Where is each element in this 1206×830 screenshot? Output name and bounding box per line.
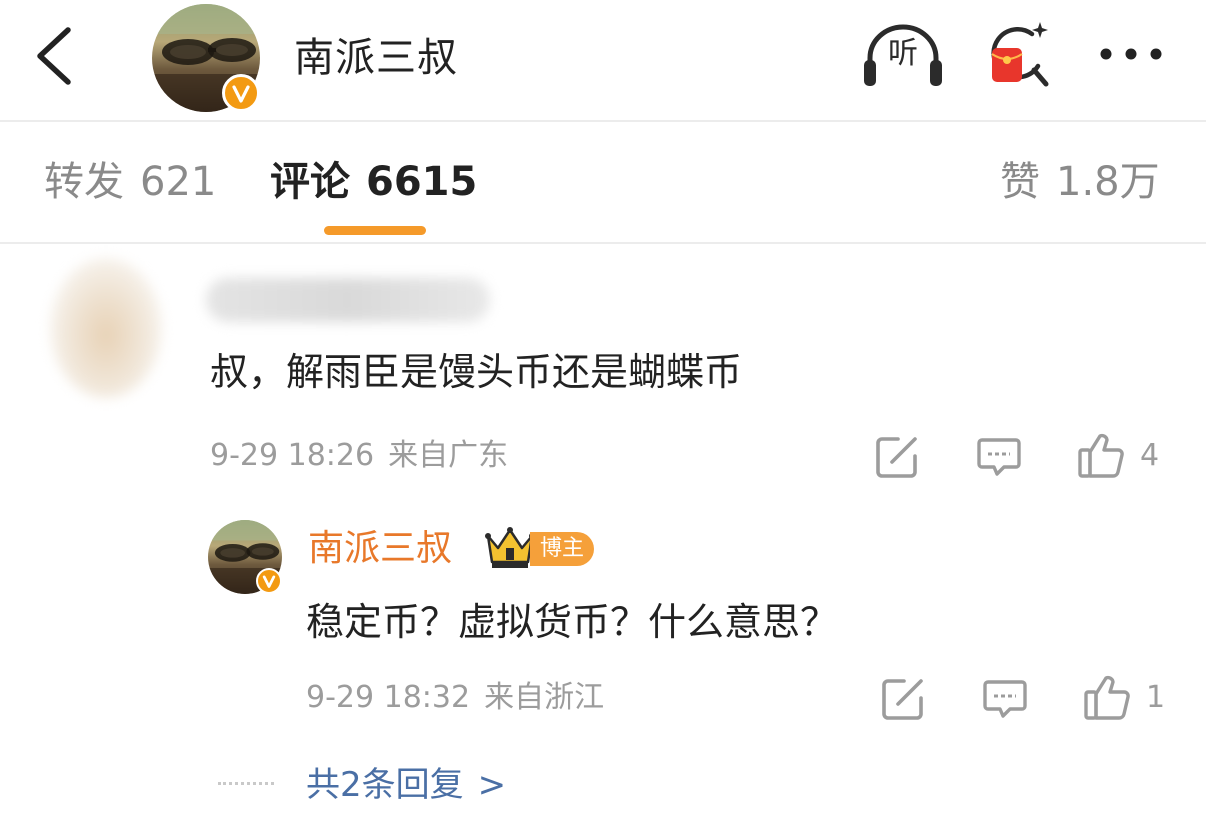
commenter-name-blurred[interactable]: [206, 278, 490, 322]
red-packet-search-icon: [991, 22, 1049, 87]
comment-bubble-icon: [977, 438, 1021, 476]
repost-edit-icon: [882, 679, 923, 720]
comment-reply-button[interactable]: [976, 434, 1022, 480]
reply-verified-badge: [256, 568, 282, 594]
reply-author-name[interactable]: 南派三叔: [308, 524, 452, 574]
commenter-avatar-blurred[interactable]: [50, 258, 162, 398]
author-badge: 博主: [530, 532, 595, 566]
reply-repost-button[interactable]: [880, 676, 926, 722]
page-title[interactable]: 南派三叔: [294, 30, 458, 86]
chevron-left-icon: [37, 27, 71, 85]
tab-like[interactable]: 赞 1.8万: [1000, 154, 1160, 210]
comment-like-button[interactable]: [1076, 430, 1126, 480]
comment-time: 9-29 18:26: [210, 438, 375, 473]
verified-v-icon: [262, 575, 276, 588]
tab-forward-label: 转发: [44, 159, 124, 205]
verified-badge: [222, 74, 260, 112]
reply-thread-dots: [218, 782, 274, 785]
more-button[interactable]: [1096, 36, 1166, 72]
comment-meta: 9-29 18:26 来自广东: [210, 436, 508, 476]
verified-v-icon: [232, 85, 250, 103]
crown-icon: [485, 527, 535, 568]
blogger-avatar[interactable]: [152, 4, 260, 112]
reply-text: 稳定币？虚拟货币？什么意思？: [306, 600, 839, 644]
tab-forward[interactable]: 转发 621: [44, 154, 216, 210]
comment-location: 来自广东: [388, 438, 509, 473]
tab-comment-label: 评论: [270, 159, 350, 205]
listen-label: 听: [888, 36, 918, 71]
reply-time: 9-29 18:32: [306, 680, 471, 715]
repost-edit-icon: [876, 437, 917, 478]
more-replies-label: 共2条回复: [306, 765, 464, 805]
comment-bubble-icon: [983, 680, 1027, 718]
comment-repost-button[interactable]: [874, 434, 920, 480]
comment-text: 叔，解雨臣是馒头币还是蝴蝶币: [210, 350, 743, 394]
top-bar: 南派三叔 听: [0, 0, 1206, 120]
reply-like-button[interactable]: [1082, 672, 1132, 722]
header-divider: [0, 120, 1206, 122]
tab-forward-count: 621: [140, 159, 217, 205]
tab-like-count: 1.8万: [1056, 159, 1160, 205]
tab-comment[interactable]: 评论 6615: [270, 154, 477, 210]
tab-like-label: 赞: [1000, 159, 1040, 205]
reply-like-count: 1: [1146, 680, 1166, 715]
fan-crown-badge: [484, 526, 536, 570]
active-tab-indicator: [324, 226, 426, 235]
back-button[interactable]: [30, 24, 86, 88]
thumbs-up-icon: [1078, 433, 1124, 478]
listen-button[interactable]: 听: [862, 22, 944, 88]
reply-author-avatar[interactable]: [208, 520, 282, 594]
reply-meta: 9-29 18:32 来自浙江: [306, 678, 604, 718]
red-packet-button[interactable]: [984, 20, 1054, 90]
chevron-right-icon: >: [477, 765, 507, 805]
reply-location: 来自浙江: [484, 680, 605, 715]
tabs-divider: [0, 242, 1206, 244]
more-dots-icon: [1100, 48, 1162, 60]
reply-reply-button[interactable]: [982, 676, 1028, 722]
tab-comment-count: 6615: [366, 159, 478, 205]
view-more-replies-link[interactable]: 共2条回复 >: [306, 762, 506, 808]
comment-like-count: 4: [1140, 438, 1160, 473]
thumbs-up-icon: [1084, 675, 1130, 720]
